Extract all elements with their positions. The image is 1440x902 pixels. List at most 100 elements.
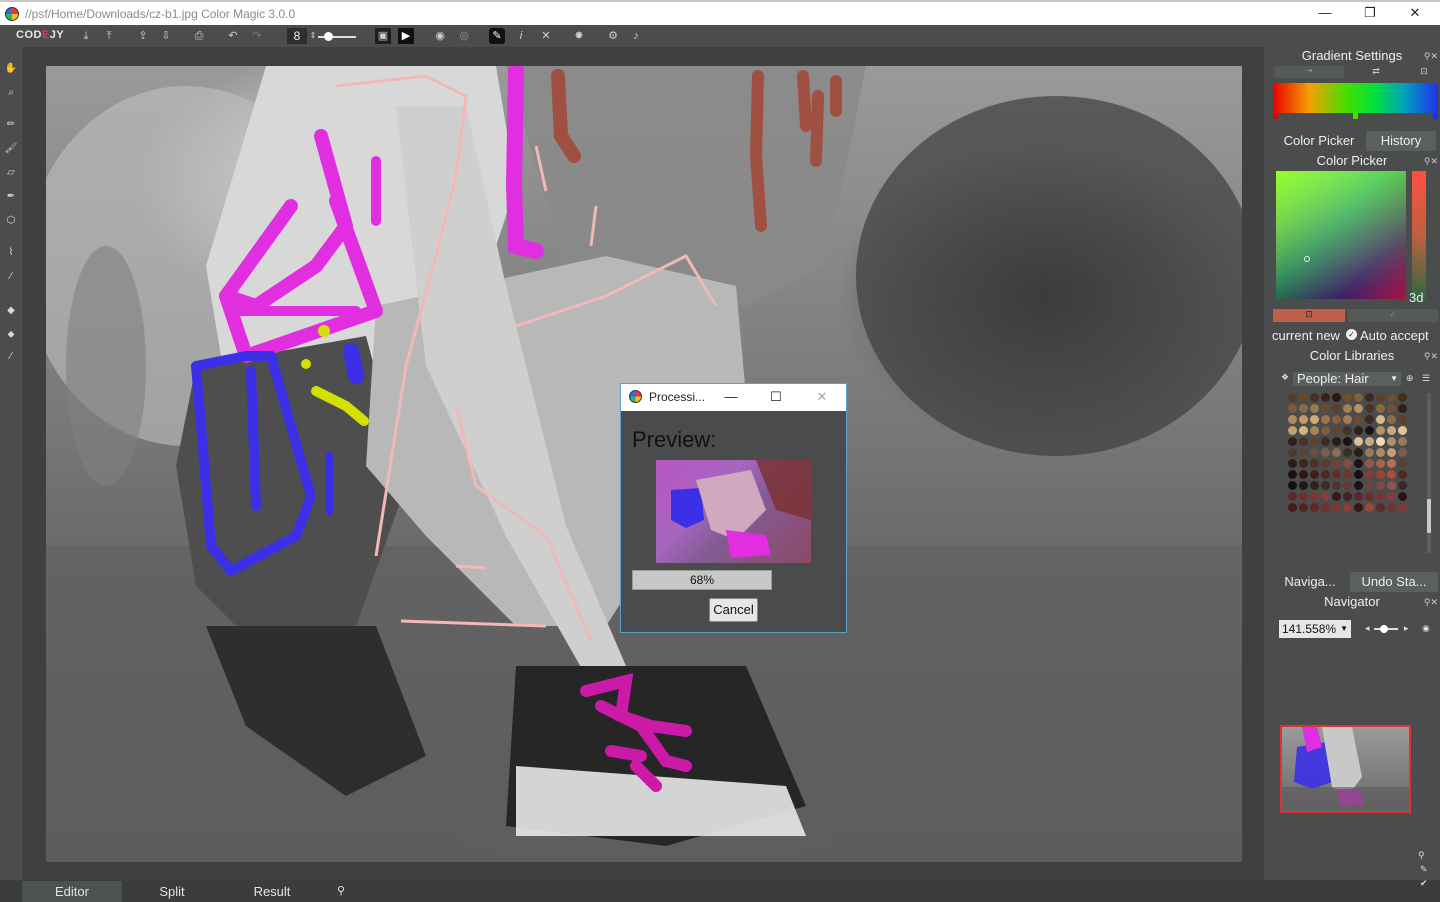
color-swatch[interactable]: [1365, 470, 1374, 479]
gradient-left-button[interactable]: ⇢: [1274, 66, 1344, 78]
color-swatch[interactable]: [1321, 503, 1330, 512]
color-swatch[interactable]: [1398, 404, 1407, 413]
color-swatch[interactable]: [1354, 437, 1363, 446]
color-swatch[interactable]: [1343, 470, 1352, 479]
color-swatch[interactable]: [1376, 448, 1385, 457]
color-swatch[interactable]: [1288, 481, 1297, 490]
color-swatch[interactable]: [1343, 415, 1352, 424]
print-icon[interactable]: ⎙: [191, 28, 207, 44]
library-menu-icon[interactable]: ☰: [1422, 373, 1430, 384]
color-swatch[interactable]: [1288, 426, 1297, 435]
color-swatch[interactable]: [1310, 415, 1319, 424]
color-swatch[interactable]: [1332, 470, 1341, 479]
shape-icon[interactable]: ⬡: [3, 213, 19, 229]
auto-accept-checkbox[interactable]: ✓: [1346, 329, 1357, 340]
color-swatch[interactable]: [1310, 426, 1319, 435]
color-swatch[interactable]: [1321, 437, 1330, 446]
gradient-save-icon[interactable]: ⊡: [1410, 66, 1438, 78]
color-swatch[interactable]: [1354, 470, 1363, 479]
upload-icon[interactable]: ⇪: [135, 28, 151, 44]
eye-icon[interactable]: ◉: [1422, 623, 1430, 634]
color-swatch[interactable]: [1398, 459, 1407, 468]
new-color-swatch[interactable]: ✓: [1348, 309, 1438, 322]
color-square[interactable]: [1276, 171, 1406, 299]
color-swatch[interactable]: [1398, 492, 1407, 501]
color-swatch[interactable]: [1343, 437, 1352, 446]
tab-undo-stack[interactable]: Undo Sta...: [1350, 572, 1438, 592]
color-swatch[interactable]: [1343, 426, 1352, 435]
download-icon[interactable]: ⇩: [158, 28, 174, 44]
scrollbar-thumb[interactable]: [1427, 499, 1431, 533]
color-swatch[interactable]: [1321, 459, 1330, 468]
library-select[interactable]: People: Hair ▼: [1293, 372, 1401, 386]
zoom-slider[interactable]: [1374, 625, 1398, 633]
swatch-scrollbar[interactable]: [1427, 393, 1431, 553]
color-swatch[interactable]: [1354, 393, 1363, 402]
pin-icon[interactable]: ⚲✕: [1424, 351, 1438, 362]
color-swatch[interactable]: [1376, 415, 1385, 424]
color-swatch[interactable]: [1376, 503, 1385, 512]
slider-knob[interactable]: [324, 32, 333, 41]
color-swatch[interactable]: [1299, 459, 1308, 468]
brush-icon[interactable]: 🖌: [3, 141, 19, 157]
current-color-swatch[interactable]: ⊡: [1273, 309, 1345, 322]
color-swatch[interactable]: [1354, 459, 1363, 468]
color-swatch[interactable]: [1387, 470, 1396, 479]
color-swatch[interactable]: [1299, 415, 1308, 424]
dialog-close-button[interactable]: ✕: [812, 387, 832, 407]
music-icon[interactable]: ♪: [628, 28, 644, 44]
play-icon[interactable]: ▶: [398, 28, 414, 44]
zoom-icon[interactable]: ⌕: [3, 85, 19, 101]
color-swatch[interactable]: [1321, 426, 1330, 435]
color-swatch[interactable]: [1299, 503, 1308, 512]
line-icon[interactable]: ∕: [3, 269, 19, 285]
minimize-button[interactable]: —: [1302, 2, 1348, 25]
gradient-stop[interactable]: [1433, 113, 1438, 119]
color-swatch[interactable]: [1332, 503, 1341, 512]
color-swatch[interactable]: [1332, 404, 1341, 413]
color-swatch[interactable]: [1288, 415, 1297, 424]
settings-icon[interactable]: ⚙: [605, 28, 621, 44]
color-swatch[interactable]: [1332, 481, 1341, 490]
color-swatch[interactable]: [1365, 481, 1374, 490]
color-swatch[interactable]: [1376, 437, 1385, 446]
color-swatch[interactable]: [1365, 459, 1374, 468]
color-swatch[interactable]: [1288, 492, 1297, 501]
color-swatch[interactable]: [1288, 470, 1297, 479]
color-swatch[interactable]: [1321, 404, 1330, 413]
color-swatch[interactable]: [1310, 459, 1319, 468]
color-swatch[interactable]: [1387, 492, 1396, 501]
color-swatch[interactable]: [1354, 448, 1363, 457]
gradient-stop[interactable]: [1273, 113, 1278, 119]
star-icon[interactable]: ✸: [571, 28, 587, 44]
color-swatch[interactable]: [1343, 393, 1352, 402]
color-swatch[interactable]: [1332, 393, 1341, 402]
mask-icon[interactable]: ▣: [375, 28, 391, 44]
info-icon[interactable]: i: [513, 28, 529, 44]
color-swatch[interactable]: [1310, 481, 1319, 490]
color-swatch[interactable]: [1376, 426, 1385, 435]
color-swatch[interactable]: [1343, 404, 1352, 413]
color-swatch[interactable]: [1299, 470, 1308, 479]
color-swatch[interactable]: [1299, 492, 1308, 501]
gradient-swap-icon[interactable]: ⇄: [1348, 66, 1404, 78]
hue-slider[interactable]: [1412, 171, 1426, 299]
eye-icon[interactable]: ◉: [432, 28, 448, 44]
color-swatch[interactable]: [1387, 437, 1396, 446]
tab-navigator[interactable]: Naviga...: [1272, 572, 1348, 592]
dialog-maximize-button[interactable]: ☐: [766, 387, 786, 407]
color-swatch[interactable]: [1387, 503, 1396, 512]
color-swatch[interactable]: [1398, 437, 1407, 446]
color-swatch[interactable]: [1332, 448, 1341, 457]
color-swatch[interactable]: [1387, 448, 1396, 457]
color-swatch[interactable]: [1299, 404, 1308, 413]
zoom-input[interactable]: 141.558% ▼: [1279, 620, 1351, 638]
color-swatch[interactable]: [1288, 448, 1297, 457]
color-swatch[interactable]: [1310, 470, 1319, 479]
tab-result[interactable]: Result: [222, 881, 322, 902]
color-swatch[interactable]: [1398, 503, 1407, 512]
check-icon[interactable]: ✔: [1420, 878, 1428, 889]
maximize-button[interactable]: ❐: [1347, 2, 1393, 25]
color-swatch[interactable]: [1310, 437, 1319, 446]
dropper-icon[interactable]: ⌇: [3, 245, 19, 261]
